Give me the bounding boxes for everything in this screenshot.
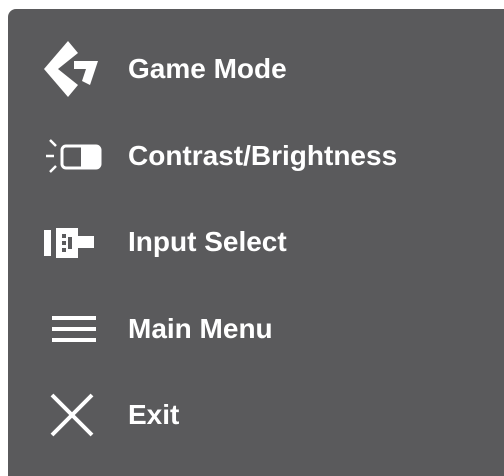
osd-menu-panel: Game Mode Contrast/Brightness Input Sele… [8, 9, 504, 476]
contrast-brightness-icon [32, 126, 112, 186]
menu-item-label: Game Mode [128, 53, 287, 84]
input-select-icon [32, 212, 112, 272]
menu-item-label: Input Select [128, 226, 287, 257]
menu-item-contrast-brightness[interactable]: Contrast/Brightness [8, 116, 504, 196]
menu-item-game-mode[interactable]: Game Mode [8, 29, 504, 109]
exit-icon [32, 385, 112, 445]
menu-item-label: Contrast/Brightness [128, 140, 398, 171]
menu-item-label: Exit [128, 399, 180, 430]
menu-item-label: Main Menu [128, 313, 273, 344]
main-menu-icon [32, 299, 112, 359]
menu-item-main-menu[interactable]: Main Menu [8, 289, 504, 369]
menu-item-exit[interactable]: Exit [8, 375, 504, 455]
menu-item-input-select[interactable]: Input Select [8, 202, 504, 282]
game-mode-icon [32, 39, 112, 99]
